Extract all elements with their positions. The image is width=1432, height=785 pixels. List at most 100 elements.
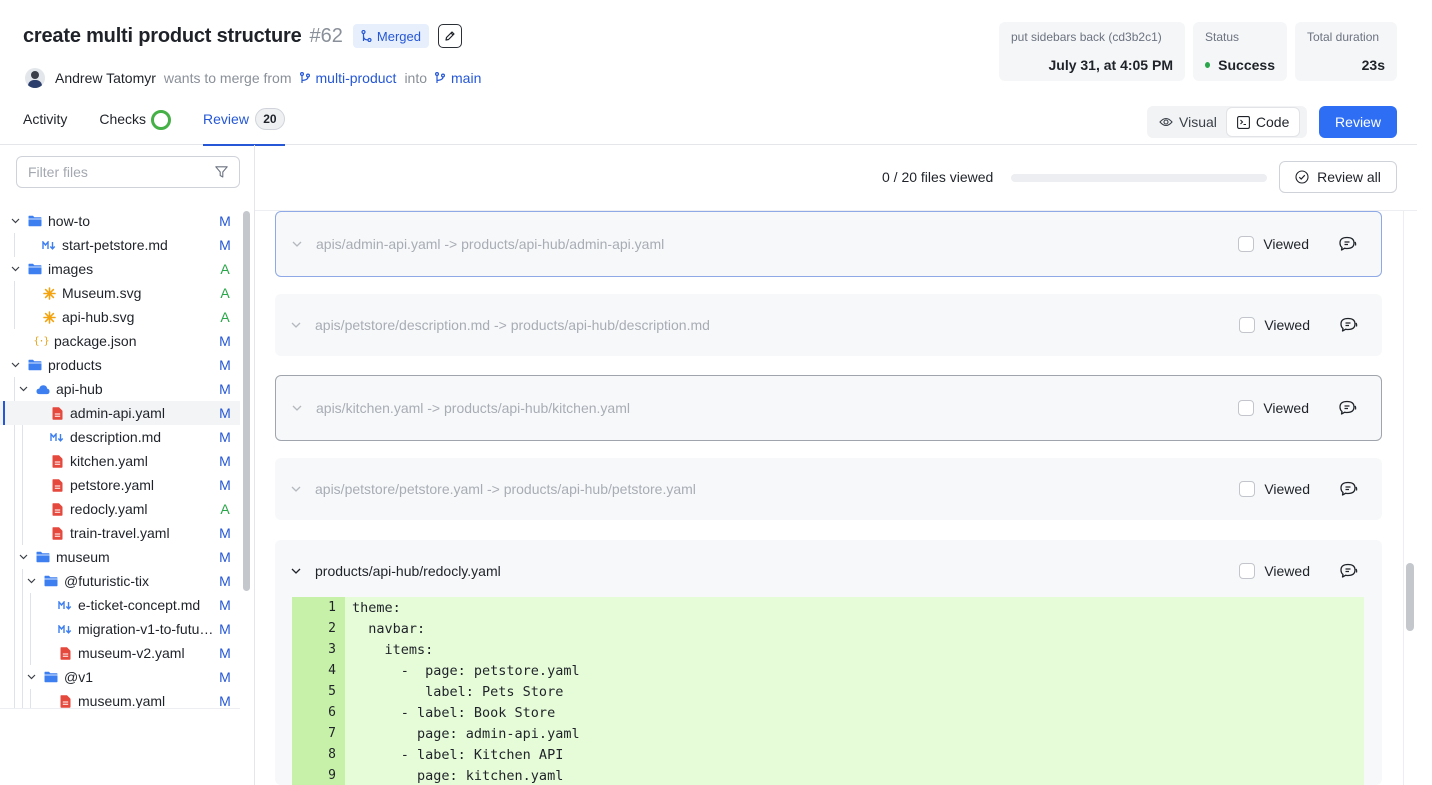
author-name[interactable]: Andrew Tatomyr <box>55 70 156 86</box>
file-diff-header[interactable]: apis/petstore/description.md -> products… <box>275 294 1382 356</box>
chevron-down-icon[interactable] <box>291 486 303 492</box>
line-number: 2 <box>292 618 345 639</box>
viewed-checkbox[interactable] <box>1238 236 1255 252</box>
comment-icon[interactable] <box>1340 481 1358 497</box>
viewed-checkbox[interactable] <box>1239 481 1256 497</box>
tree-item[interactable]: museum-v2.yaml M <box>0 641 240 665</box>
line-content: items: <box>352 641 434 658</box>
tree-item[interactable]: images A <box>0 257 240 281</box>
tab-checks[interactable]: Checks <box>99 104 172 145</box>
tree-item[interactable]: museum M <box>0 545 240 569</box>
file-diff-header[interactable]: apis/petstore/petstore.yaml -> products/… <box>275 458 1382 520</box>
file-path: apis/petstore/petstore.yaml -> products/… <box>315 481 696 497</box>
comment-icon[interactable] <box>1339 400 1357 416</box>
tree-item-label: museum-v2.yaml <box>78 645 185 661</box>
status-label: Status <box>1205 30 1240 44</box>
filter-files-input[interactable] <box>28 164 198 180</box>
checks-status-icon <box>151 110 172 130</box>
tree-item[interactable]: museum.yaml M <box>0 689 240 708</box>
line-content: navbar: <box>352 620 426 637</box>
review-all-button[interactable]: Review all <box>1279 161 1397 193</box>
tree-item[interactable]: api-hub M <box>0 377 240 401</box>
change-status-badge: A <box>220 261 230 277</box>
tree-item[interactable]: admin-api.yaml M <box>0 401 240 425</box>
comment-icon[interactable] <box>1340 317 1358 333</box>
file-actions: Viewed <box>1239 294 1358 356</box>
tree-item[interactable]: @v1 M <box>0 665 240 689</box>
line-number: 1 <box>292 597 345 618</box>
comment-icon[interactable] <box>1340 563 1358 579</box>
status-value-text: Success <box>1218 57 1275 73</box>
tree-item[interactable]: start-petstore.md M <box>0 233 240 257</box>
file-diff-header[interactable]: apis/admin-api.yaml -> products/api-hub/… <box>276 212 1381 276</box>
chevron-down-icon[interactable] <box>292 405 304 411</box>
chevron-down-icon[interactable] <box>291 322 303 328</box>
visual-view-button[interactable]: Visual <box>1149 108 1227 136</box>
tree-item[interactable]: Museum.svg A <box>0 281 240 305</box>
avatar[interactable] <box>25 68 45 88</box>
viewed-label: Viewed <box>1264 563 1310 579</box>
viewed-label: Viewed <box>1263 236 1309 252</box>
tab-activity[interactable]: Activity <box>23 104 67 145</box>
file-diff-header[interactable]: products/api-hub/redocly.yaml Viewed <box>275 540 1382 602</box>
source-branch-label: multi-product <box>315 70 397 86</box>
check-circle-icon <box>1295 170 1309 184</box>
code-line: 7 page: admin-api.yaml <box>292 723 1364 744</box>
code-line: 2 navbar: <box>292 618 1364 639</box>
chevron-down-icon[interactable] <box>18 552 28 562</box>
file-diff-card: apis/petstore/petstore.yaml -> products/… <box>275 458 1382 520</box>
tree-item[interactable]: kitchen.yaml M <box>0 449 240 473</box>
viewed-checkbox[interactable] <box>1239 563 1256 579</box>
tree-item[interactable]: redocly.yaml A <box>0 497 240 521</box>
tree-item[interactable]: {·} package.json M <box>0 329 240 353</box>
edit-title-button[interactable] <box>437 24 462 48</box>
tree-item[interactable]: petstore.yaml M <box>0 473 240 497</box>
tree-item-label: museum <box>56 549 110 565</box>
viewed-checkbox[interactable] <box>1239 317 1256 333</box>
file-diff-card: apis/petstore/description.md -> products… <box>275 294 1382 356</box>
change-status-badge: A <box>220 309 230 325</box>
file-diff-header[interactable]: apis/kitchen.yaml -> products/api-hub/ki… <box>276 376 1381 440</box>
line-number: 8 <box>292 744 345 765</box>
tree-item[interactable]: train-travel.yaml M <box>0 521 240 545</box>
line-content: - label: Book Store <box>352 704 556 721</box>
tree-item[interactable]: description.md M <box>0 425 240 449</box>
code-label: Code <box>1255 114 1290 130</box>
chevron-down-icon[interactable] <box>292 241 304 247</box>
duration-label: Total duration <box>1307 30 1380 44</box>
filter-files-field[interactable] <box>16 156 240 188</box>
chevron-down-icon[interactable] <box>10 264 20 274</box>
tree-item[interactable]: e-ticket-concept.md M <box>0 593 240 617</box>
change-status-badge: M <box>219 621 231 637</box>
tree-item[interactable]: migration-v1-to-futur… M <box>0 617 240 641</box>
diff-code-block: 1 theme: 2 navbar: 3 items: 4 - page: petsto… <box>292 597 1364 785</box>
target-branch-link[interactable]: main <box>435 70 481 86</box>
chevron-down-icon[interactable] <box>26 576 36 586</box>
code-line: 3 items: <box>292 639 1364 660</box>
tree-item[interactable]: @futuristic-tix M <box>0 569 240 593</box>
tree-item[interactable]: how-to M <box>0 209 240 233</box>
chevron-down-icon[interactable] <box>10 360 20 370</box>
chevron-down-icon[interactable] <box>291 568 303 574</box>
yaml-file-icon <box>50 526 64 540</box>
sidebar-scrollbar[interactable] <box>243 211 250 591</box>
tree-item[interactable]: api-hub.svg A <box>0 305 240 329</box>
svg-file-icon <box>42 310 56 324</box>
markdown-file-icon <box>58 622 72 636</box>
main-scrollbar[interactable] <box>1406 563 1414 631</box>
tab-review[interactable]: Review 20 <box>203 104 285 146</box>
chevron-down-icon[interactable] <box>26 672 36 682</box>
viewed-checkbox[interactable] <box>1238 400 1255 416</box>
line-content: - label: Kitchen API <box>352 746 564 763</box>
chevron-down-icon[interactable] <box>10 216 20 226</box>
filter-icon[interactable] <box>215 166 228 178</box>
review-button[interactable]: Review <box>1319 106 1397 138</box>
chevron-down-icon[interactable] <box>18 384 28 394</box>
tree-item-label: admin-api.yaml <box>70 405 165 421</box>
commit-card[interactable]: put sidebars back (cd3b2c1) July 31, at … <box>999 22 1185 81</box>
comment-icon[interactable] <box>1339 236 1357 252</box>
source-branch-link[interactable]: multi-product <box>299 70 397 86</box>
tree-item[interactable]: products M <box>0 353 240 377</box>
code-view-button[interactable]: Code <box>1226 108 1300 136</box>
line-content: page: kitchen.yaml <box>352 767 564 784</box>
